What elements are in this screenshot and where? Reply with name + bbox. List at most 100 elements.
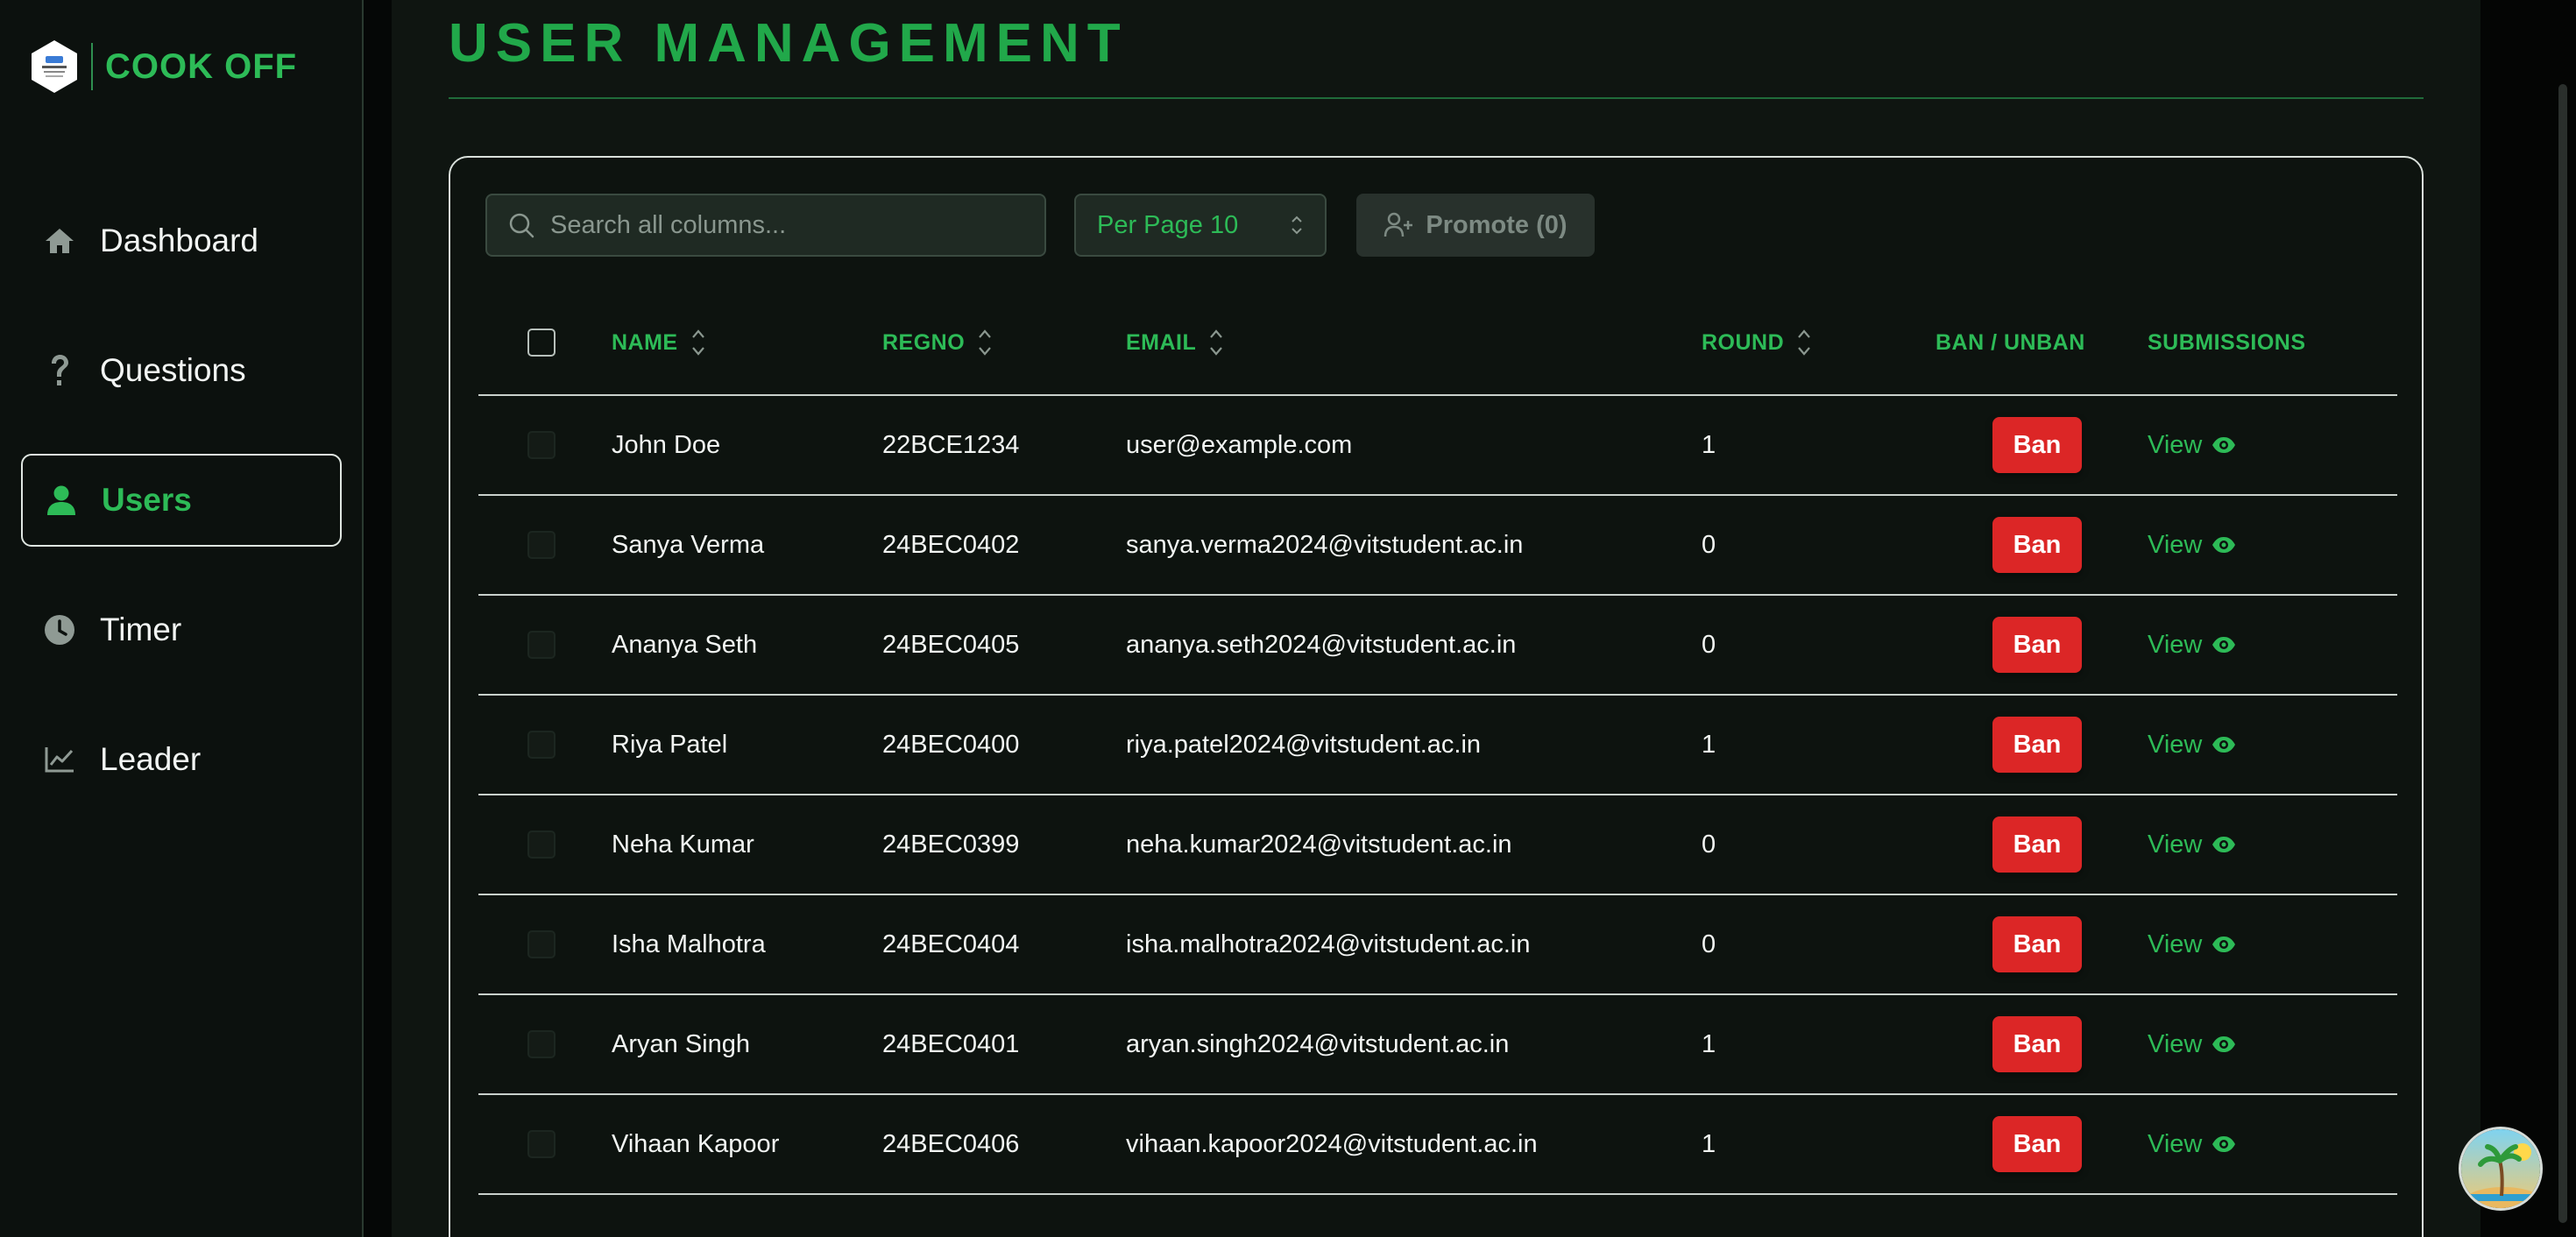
column-header-name[interactable]: NAME (612, 289, 706, 396)
ban-button[interactable]: Ban (1992, 1016, 2082, 1072)
row-checkbox[interactable] (527, 531, 556, 559)
search-input[interactable] (550, 210, 1044, 240)
view-submissions-link[interactable]: View (2148, 1130, 2237, 1159)
avatar[interactable] (2459, 1127, 2543, 1211)
ban-button[interactable]: Ban (1992, 916, 2082, 972)
row-checkbox[interactable] (527, 1030, 556, 1058)
ban-button[interactable]: Ban (1992, 517, 2082, 573)
user-email: neha.kumar2024@vitstudent.ac.in (1126, 830, 1512, 859)
ban-button[interactable]: Ban (1992, 1116, 2082, 1172)
sidebar-item-questions[interactable]: Questions (21, 324, 342, 417)
row-select-cell (527, 795, 556, 894)
user-name: Vihaan Kapoor (612, 1129, 780, 1158)
sidebar-item-label: Questions (100, 352, 246, 388)
user-email: user@example.com (1126, 430, 1353, 459)
view-label: View (2148, 1029, 2203, 1058)
row-select-cell (527, 696, 556, 794)
user-round: 1 (1702, 1129, 1716, 1158)
view-submissions-link[interactable]: View (2148, 1030, 2237, 1059)
user-round: 1 (1702, 1029, 1716, 1058)
sidebar-item-label: Users (102, 482, 192, 518)
row-checkbox[interactable] (527, 631, 556, 659)
ban-button[interactable]: Ban (1992, 417, 2082, 473)
column-header-label: EMAIL (1126, 329, 1197, 355)
question-icon (42, 353, 77, 388)
user-name: Aryan Singh (612, 1029, 750, 1058)
ban-cell: Ban (1992, 696, 2082, 794)
submissions-cell: View (2148, 696, 2237, 794)
sidebar-item-timer[interactable]: Timer (21, 583, 342, 676)
column-header-label: BAN / UNBAN (1936, 329, 2085, 355)
sidebar-item-label: Dashboard (100, 223, 259, 258)
sort-icon[interactable] (690, 326, 706, 359)
submissions-cell: View (2148, 496, 2237, 594)
table-header: NAME REGNO EMAIL ROUND BAN / UNBAN SUBMI… (478, 289, 2397, 396)
user-round: 1 (1702, 430, 1716, 459)
sort-icon[interactable] (1208, 326, 1224, 359)
sidebar-item-leader[interactable]: Leader (21, 713, 342, 806)
row-checkbox[interactable] (527, 930, 556, 958)
table-row: Neha Kumar 24BEC0399 neha.kumar2024@vits… (478, 795, 2397, 895)
eye-icon (2211, 735, 2237, 754)
ban-button[interactable]: Ban (1992, 717, 2082, 773)
column-header-label: REGNO (882, 329, 966, 355)
row-checkbox[interactable] (527, 831, 556, 859)
home-icon (42, 223, 77, 258)
user-regno: 24BEC0400 (882, 730, 1020, 759)
view-label: View (2148, 830, 2203, 859)
table-row: John Doe 22BCE1234 user@example.com 1 Ba… (478, 396, 2397, 496)
user-regno: 24BEC0401 (882, 1029, 1020, 1058)
column-header-regno[interactable]: REGNO (882, 289, 993, 396)
column-header-label: NAME (612, 329, 678, 355)
user-name: Neha Kumar (612, 830, 754, 859)
user-regno: 24BEC0406 (882, 1129, 1020, 1158)
table-toolbar: Per Page 10 Promote (0) (485, 193, 1595, 258)
view-submissions-link[interactable]: View (2148, 531, 2237, 560)
clock-icon (42, 612, 77, 647)
brand-divider (91, 43, 93, 90)
user-email: ananya.seth2024@vitstudent.ac.in (1126, 630, 1517, 659)
user-email: vihaan.kapoor2024@vitstudent.ac.in (1126, 1129, 1538, 1158)
column-header-email[interactable]: EMAIL (1126, 289, 1224, 396)
view-submissions-link[interactable]: View (2148, 831, 2237, 859)
table-row: Riya Patel 24BEC0400 riya.patel2024@vits… (478, 696, 2397, 795)
brand[interactable]: COOK OFF (30, 39, 297, 95)
column-header-submissions: SUBMISSIONS (2148, 289, 2306, 396)
promote-button[interactable]: Promote (0) (1356, 194, 1595, 257)
sort-icon[interactable] (977, 326, 993, 359)
scrollbar-thumb[interactable] (2558, 84, 2567, 1223)
user-regno: 24BEC0404 (882, 930, 1020, 958)
eye-icon (2211, 435, 2237, 455)
brand-logo-icon (30, 39, 79, 95)
ban-button[interactable]: Ban (1992, 617, 2082, 673)
promote-label: Promote (0) (1426, 210, 1568, 239)
view-label: View (2148, 530, 2203, 559)
user-email: isha.malhotra2024@vitstudent.ac.in (1126, 930, 1531, 958)
column-header-label: ROUND (1702, 329, 1785, 355)
sidebar-item-dashboard[interactable]: Dashboard (21, 194, 342, 287)
view-label: View (2148, 630, 2203, 659)
row-checkbox[interactable] (527, 431, 556, 459)
sort-icon[interactable] (1796, 326, 1812, 359)
view-submissions-link[interactable]: View (2148, 930, 2237, 959)
table-row: Ananya Seth 24BEC0405 ananya.seth2024@vi… (478, 596, 2397, 696)
user-name: Ananya Seth (612, 630, 758, 659)
ban-button[interactable]: Ban (1992, 816, 2082, 873)
view-submissions-link[interactable]: View (2148, 631, 2237, 660)
table-row: Sanya Verma 24BEC0402 sanya.verma2024@vi… (478, 496, 2397, 596)
user-round: 0 (1702, 630, 1716, 659)
app-root: COOK OFF Dashboard Questions Users Timer… (0, 0, 2576, 1237)
sidebar: COOK OFF Dashboard Questions Users Timer… (0, 0, 364, 1237)
user-name: Riya Patel (612, 730, 728, 759)
row-checkbox[interactable] (527, 1130, 556, 1158)
view-submissions-link[interactable]: View (2148, 731, 2237, 760)
row-checkbox[interactable] (527, 731, 556, 759)
view-submissions-link[interactable]: View (2148, 431, 2237, 460)
per-page-select[interactable]: Per Page 10 (1074, 194, 1327, 257)
sidebar-item-users[interactable]: Users (21, 454, 342, 547)
column-header-round[interactable]: ROUND (1702, 289, 1812, 396)
select-all-cell (527, 289, 556, 396)
user-name: Sanya Verma (612, 530, 765, 559)
select-all-checkbox[interactable] (527, 329, 556, 357)
search-box[interactable] (485, 194, 1046, 257)
